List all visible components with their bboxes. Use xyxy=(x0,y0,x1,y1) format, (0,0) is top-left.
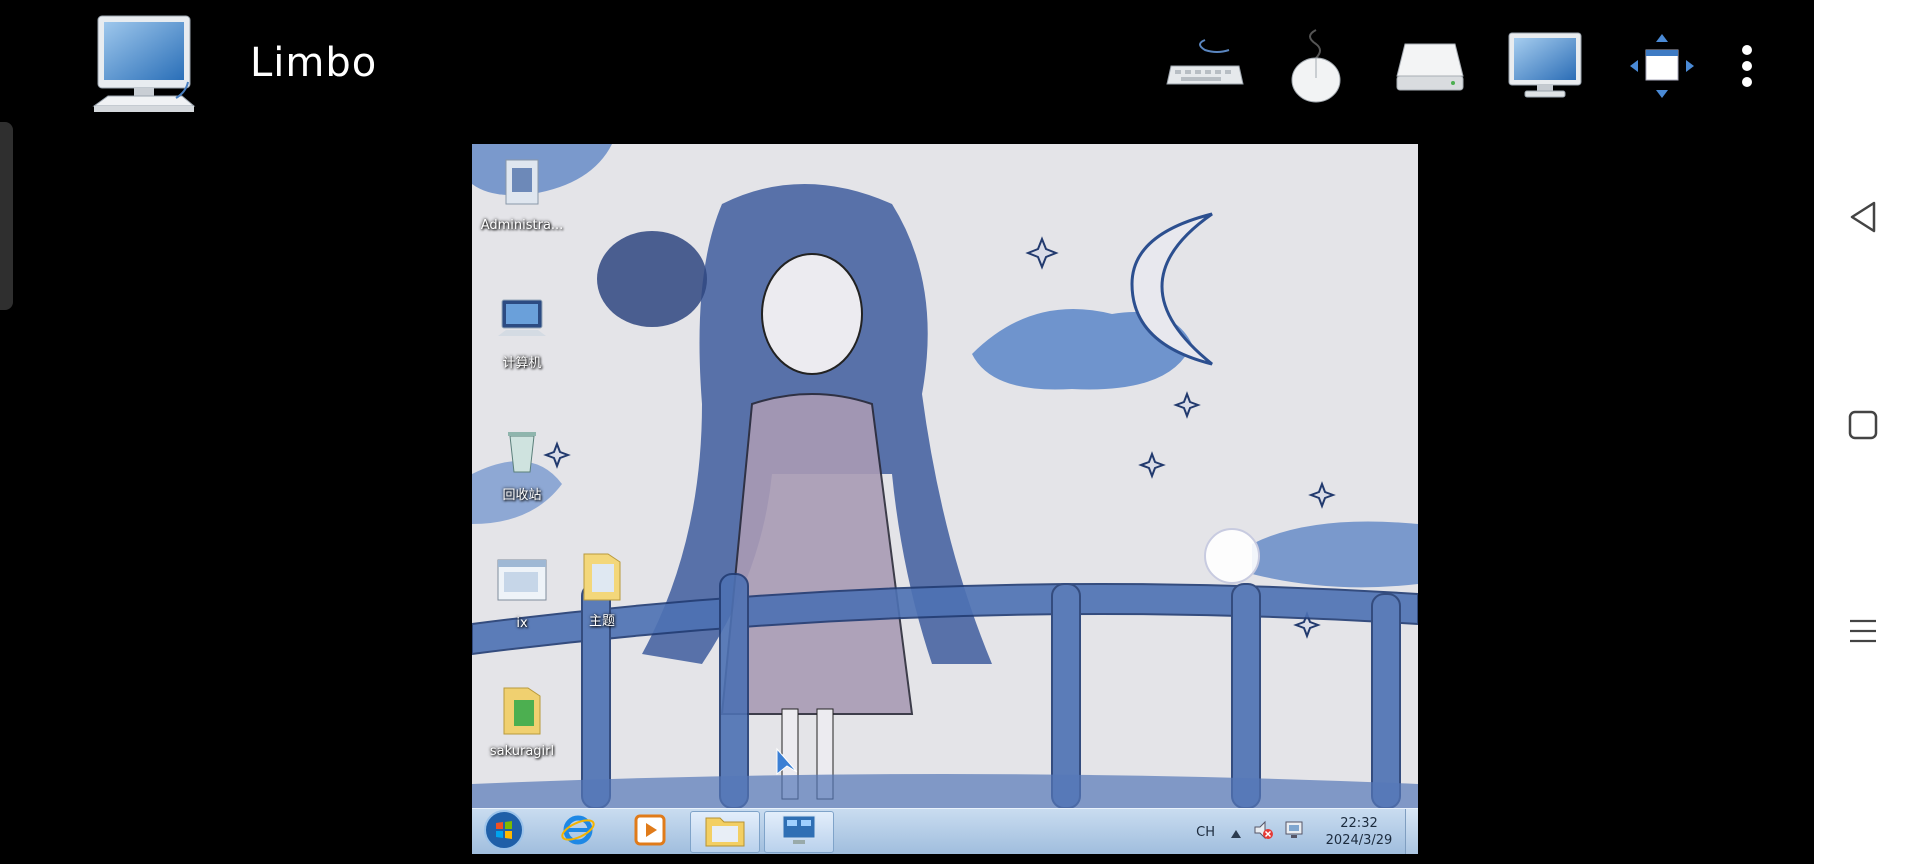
disk-drive-icon xyxy=(1393,36,1467,100)
mouse-button[interactable] xyxy=(1271,28,1361,108)
show-desktop-button[interactable] xyxy=(1405,809,1418,854)
recents-button[interactable] xyxy=(1838,608,1888,658)
desktop-icon-recycle-bin[interactable]: 回收站 xyxy=(474,422,570,503)
control-panel-icon xyxy=(779,812,819,852)
android-navigation-bar xyxy=(1814,0,1913,864)
taskbar: CH 22:32 2024/3/29 xyxy=(472,808,1418,854)
internet-explorer-icon xyxy=(560,812,596,852)
system-tray: CH 22:32 2024/3/29 xyxy=(1196,809,1418,854)
side-drawer-handle[interactable] xyxy=(0,122,13,310)
language-indicator[interactable]: CH xyxy=(1196,825,1215,840)
media-player-icon xyxy=(633,813,667,851)
user-folder-icon xyxy=(494,156,550,212)
more-options-button[interactable] xyxy=(1717,28,1777,108)
home-button[interactable] xyxy=(1838,402,1888,452)
vm-display[interactable]: Administra... 计算机 回收站 ix 主题 sakuragirl C… xyxy=(472,144,1418,854)
clock-time: 22:32 xyxy=(1340,816,1378,831)
show-hidden-icons-icon[interactable] xyxy=(1231,823,1241,842)
fit-screen-button[interactable] xyxy=(1617,28,1707,108)
network-icon[interactable] xyxy=(1283,820,1305,844)
taskbar-media-player[interactable] xyxy=(624,811,676,853)
windows-start-icon xyxy=(483,809,525,854)
recycle-bin-icon xyxy=(494,422,550,478)
keyboard-button[interactable] xyxy=(1160,28,1250,108)
taskbar-control-panel[interactable] xyxy=(764,811,834,853)
resize-arrows-icon xyxy=(1626,30,1698,106)
computer-icon xyxy=(494,290,550,346)
taskbar-ie[interactable] xyxy=(552,811,604,853)
desktop-icon-computer[interactable]: 计算机 xyxy=(474,290,570,371)
file-explorer-icon xyxy=(704,812,746,852)
recents-lines-icon xyxy=(1848,616,1878,650)
clock[interactable]: 22:32 2024/3/29 xyxy=(1319,815,1399,849)
home-square-icon xyxy=(1848,410,1878,444)
touch-pointer xyxy=(1204,528,1260,584)
folder-icon xyxy=(574,548,630,604)
back-button[interactable] xyxy=(1838,194,1888,244)
monitor-icon xyxy=(1505,31,1585,105)
taskbar-explorer[interactable] xyxy=(690,811,760,853)
desktop-icon-theme[interactable]: 主题 xyxy=(554,548,650,629)
folder-icon xyxy=(494,682,550,738)
desktop-icon-administrator[interactable]: Administra... xyxy=(474,156,570,233)
limbo-emulator-screen: Limbo Administra... 计算机 回收站 ix 主题 sakura… xyxy=(0,0,1814,864)
start-button[interactable] xyxy=(478,809,530,854)
mouse-icon xyxy=(1286,28,1346,108)
desktop-icon-sakuragirl[interactable]: sakuragirl xyxy=(474,682,570,759)
keyboard-icon xyxy=(1163,36,1247,100)
desktop-wallpaper xyxy=(472,144,1418,808)
app-title: Limbo xyxy=(250,40,378,86)
back-triangle-icon xyxy=(1848,200,1878,238)
computer-monitor-icon xyxy=(90,14,198,118)
display-button[interactable] xyxy=(1500,28,1590,108)
volume-muted-icon[interactable] xyxy=(1253,820,1275,844)
drive-button[interactable] xyxy=(1385,28,1475,108)
window-icon xyxy=(494,554,550,610)
clock-date: 2024/3/29 xyxy=(1325,833,1393,848)
more-vert-icon xyxy=(1741,44,1753,92)
